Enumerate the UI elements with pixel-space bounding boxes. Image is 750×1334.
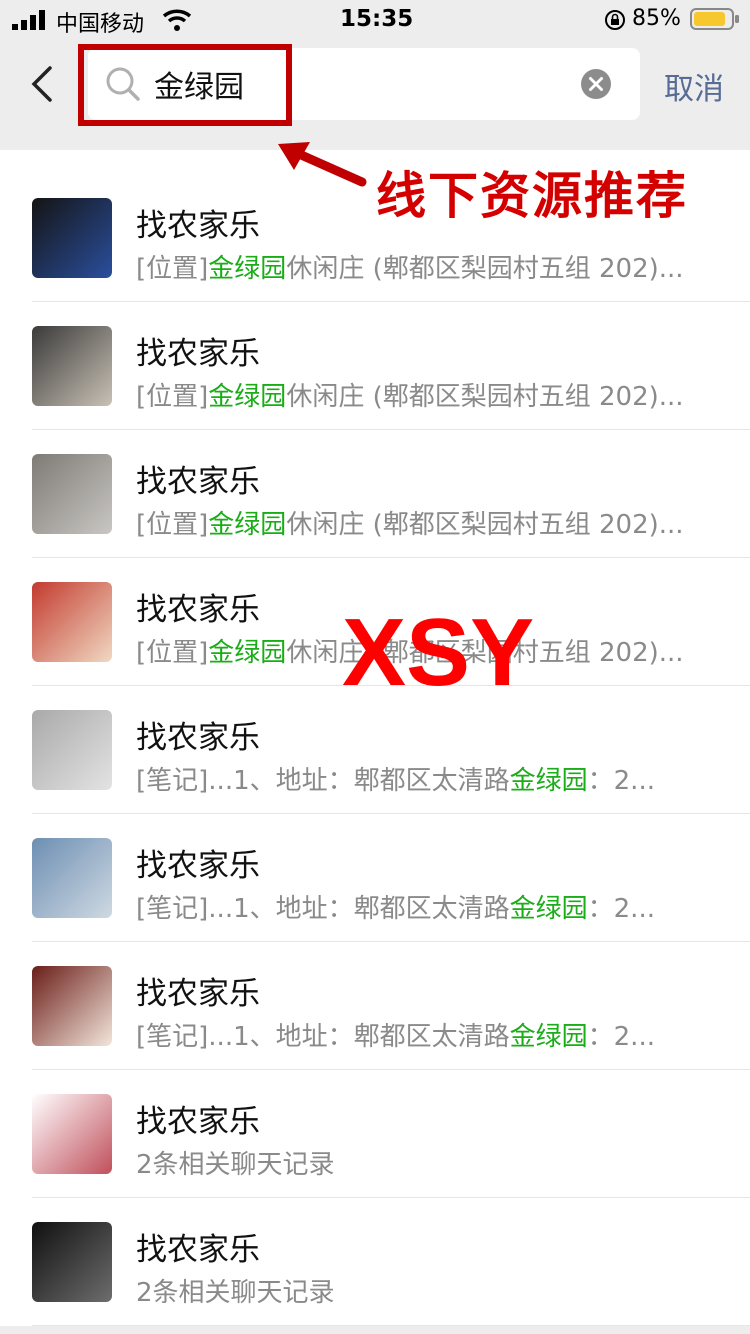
results-list: 找农家乐 [位置]金绿园休闲庄 (郫都区梨园村五组 202)... 找农家乐 [位置]… <box>0 150 750 1326</box>
wifi-icon <box>162 9 192 31</box>
item-title: 找农家乐 <box>136 848 260 884</box>
item-title: 找农家乐 <box>136 592 260 628</box>
avatar <box>32 198 112 278</box>
avatar <box>32 326 112 406</box>
item-title: 找农家乐 <box>136 1232 260 1268</box>
bottom-divider <box>0 1326 750 1334</box>
avatar <box>32 1094 112 1174</box>
rotation-lock-icon <box>605 10 625 30</box>
annotation-text: 线下资源推荐 <box>376 167 688 225</box>
list-item[interactable]: 找农家乐 2条相关聊天记录 <box>0 1046 750 1198</box>
item-title: 找农家乐 <box>136 976 260 1012</box>
avatar <box>32 582 112 662</box>
item-title: 找农家乐 <box>136 208 260 244</box>
avatar <box>32 454 112 534</box>
avatar <box>32 1222 112 1302</box>
battery-icon <box>690 8 739 30</box>
highlight-box <box>78 44 292 126</box>
item-title: 找农家乐 <box>136 464 260 500</box>
carrier-label: 中国移动 <box>56 12 145 37</box>
clock: 15:35 <box>340 6 414 32</box>
item-title: 找农家乐 <box>136 336 260 372</box>
battery-percentage: 85% <box>632 6 681 31</box>
list-item[interactable]: 找农家乐 [笔记]...1、地址：郫都区太清路金绿园：2... <box>0 790 750 942</box>
cancel-button[interactable]: 取消 <box>664 64 724 108</box>
list-item[interactable]: 找农家乐 2条相关聊天记录 <box>0 1174 750 1326</box>
list-item[interactable]: 找农家乐 [位置]金绿园休闲庄 (郫都区梨园村五组 202)... <box>0 406 750 558</box>
list-item[interactable]: 找农家乐 [位置]金绿园休闲庄 (郫都区梨园村五组 202)... <box>0 278 750 430</box>
item-title: 找农家乐 <box>136 1104 260 1140</box>
status-bar: 中国移动 15:35 85% <box>0 0 750 40</box>
watermark-text: XSY <box>342 599 535 706</box>
clear-icon[interactable] <box>580 68 612 100</box>
signal-icon <box>12 10 45 30</box>
back-icon[interactable] <box>28 64 58 104</box>
avatar <box>32 966 112 1046</box>
avatar <box>32 838 112 918</box>
item-description: 2条相关聊天记录 <box>136 1272 726 1309</box>
avatar <box>32 710 112 790</box>
item-title: 找农家乐 <box>136 720 260 756</box>
arrow-annotation <box>278 142 367 187</box>
list-item[interactable]: 找农家乐 [笔记]...1、地址：郫都区太清路金绿园：2... <box>0 918 750 1070</box>
desc-prefix: 2条相关聊天记录 <box>136 1278 335 1308</box>
